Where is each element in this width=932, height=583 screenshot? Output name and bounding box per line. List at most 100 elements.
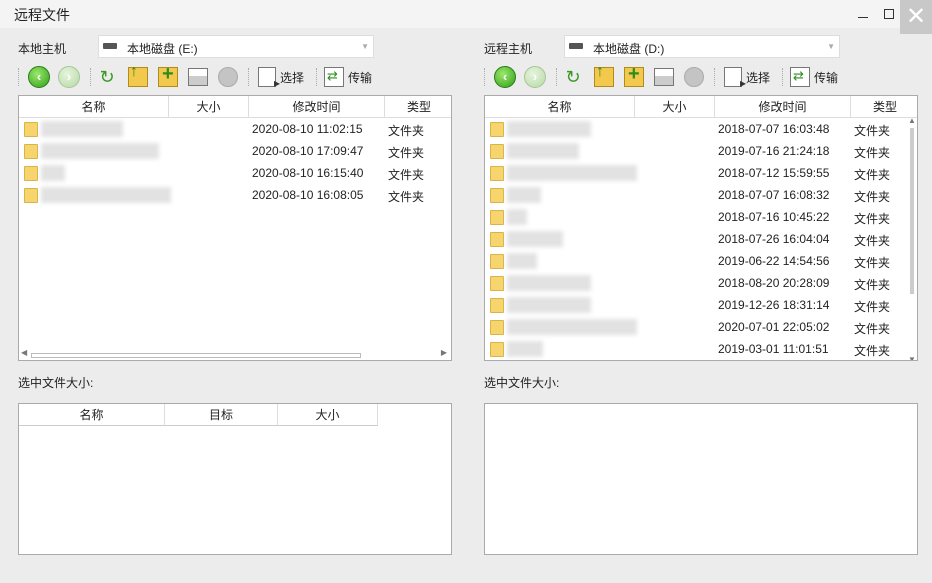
forward-arrow-icon: › [524, 66, 546, 88]
forward-button[interactable]: › [524, 66, 546, 88]
modified-cell: 2019-03-01 11:01:51 [718, 342, 829, 356]
toolbar-separator [714, 68, 715, 86]
column-header-modified[interactable]: 修改时间 [249, 96, 385, 118]
vertical-scrollbar[interactable]: ▲ ▼ [907, 116, 917, 360]
redacted-name [507, 121, 591, 137]
toolbar-separator [484, 68, 485, 86]
toolbar-separator [782, 68, 783, 86]
transfer-button[interactable]: 传输 [790, 66, 838, 88]
transfer-queue-list[interactable]: 名称 目标 大小 [18, 403, 452, 555]
table-row[interactable]: 2018-07-16 10:45:22 文件夹 [485, 206, 917, 228]
forward-button[interactable]: › [58, 66, 80, 88]
back-button[interactable]: ‹ [28, 66, 50, 88]
parent-folder-button[interactable] [128, 63, 148, 88]
scroll-up-icon[interactable]: ▲ [908, 116, 916, 125]
table-row[interactable]: 2019-12-26 18:31:14 文件夹 [485, 294, 917, 316]
select-button[interactable]: 选择 [258, 66, 305, 90]
table-row[interactable]: 2020-08-10 17:09:47 文件夹 [19, 140, 451, 162]
transfer-button[interactable]: 传输 [324, 66, 372, 88]
minimize-button[interactable] [848, 0, 878, 28]
remote-toolbar: ‹ › ↻ 选择 传输 [484, 63, 916, 90]
new-folder-button[interactable] [158, 63, 178, 88]
redacted-name [507, 231, 563, 247]
table-row[interactable]: 2019-03-01 11:01:51 文件夹 [485, 338, 917, 360]
folder-icon [490, 122, 504, 137]
refresh-icon: ↻ [565, 67, 581, 87]
new-folder-button[interactable] [624, 63, 644, 88]
remote-drive-select[interactable]: 本地磁盘 (D:) ▼ [564, 35, 840, 58]
folder-icon [490, 342, 504, 357]
folder-up-icon [594, 63, 614, 87]
table-row[interactable]: 2020-08-10 16:15:40 文件夹 [19, 162, 451, 184]
redacted-name [41, 121, 123, 137]
redacted-name [507, 209, 527, 225]
select-label: 选择 [280, 70, 305, 85]
select-button[interactable]: 选择 [724, 66, 771, 90]
column-header-size[interactable]: 大小 [169, 96, 249, 118]
redacted-name [41, 187, 171, 203]
remote-info-panel [484, 403, 918, 555]
folder-icon [490, 254, 504, 269]
redacted-name [507, 165, 637, 181]
refresh-button[interactable]: ↻ [562, 66, 584, 88]
column-header-modified[interactable]: 修改时间 [715, 96, 851, 118]
back-button[interactable]: ‹ [494, 66, 516, 88]
table-row[interactable]: 2019-06-22 14:54:56 文件夹 [485, 250, 917, 272]
modified-cell: 2018-08-20 20:28:09 [718, 276, 830, 290]
select-cursor-icon [724, 67, 746, 90]
parent-folder-button[interactable] [594, 63, 614, 88]
print-button[interactable] [188, 66, 208, 88]
scroll-left-icon[interactable]: ◀ [21, 348, 27, 357]
remote-file-list[interactable]: 名称 大小 修改时间 类型 2018-07-07 16:03:48 文件夹 201… [484, 95, 918, 361]
table-row[interactable]: 2020-08-10 16:08:05 文件夹 [19, 184, 451, 206]
modified-cell: 2018-07-26 16:04:04 [718, 232, 830, 246]
folder-icon [24, 188, 38, 203]
scroll-down-icon[interactable]: ▼ [908, 355, 916, 360]
queue-header-target[interactable]: 目标 [165, 404, 278, 426]
column-header-size[interactable]: 大小 [635, 96, 715, 118]
type-cell: 文件夹 [854, 234, 891, 248]
queue-header-size[interactable]: 大小 [278, 404, 378, 426]
column-header-name[interactable]: 名称 [485, 96, 635, 118]
column-header-type[interactable]: 类型 [385, 96, 451, 118]
select-label: 选择 [746, 70, 771, 85]
type-cell: 文件夹 [854, 300, 891, 314]
refresh-button[interactable]: ↻ [96, 66, 118, 88]
folder-icon [24, 166, 38, 181]
stop-button[interactable] [218, 66, 238, 88]
modified-cell: 2020-08-10 16:15:40 [252, 166, 364, 180]
scroll-thumb[interactable] [31, 353, 361, 358]
redacted-name [41, 143, 159, 159]
table-row[interactable]: 2018-07-12 15:59:55 文件夹 [485, 162, 917, 184]
type-cell: 文件夹 [854, 124, 891, 138]
scroll-thumb[interactable] [910, 128, 914, 294]
print-button[interactable] [654, 66, 674, 88]
redacted-name [507, 187, 541, 203]
maximize-icon [884, 9, 894, 19]
select-cursor-icon [258, 67, 280, 90]
local-drive-select[interactable]: 本地磁盘 (E:) ▼ [98, 35, 374, 58]
disk-icon [569, 43, 583, 49]
folder-icon [490, 276, 504, 291]
horizontal-scrollbar[interactable]: ◀ ▶ [19, 348, 451, 360]
stop-button[interactable] [684, 66, 704, 88]
remote-selected-size-label: 选中文件大小: [484, 376, 560, 390]
scroll-right-icon[interactable]: ▶ [441, 348, 447, 357]
column-header-name[interactable]: 名称 [19, 96, 169, 118]
table-row[interactable]: 2018-08-20 20:28:09 文件夹 [485, 272, 917, 294]
type-cell: 文件夹 [388, 124, 425, 138]
local-file-list[interactable]: 名称 大小 修改时间 类型 2020-08-10 11:02:15 文件夹 20… [18, 95, 452, 361]
table-row[interactable]: 2020-07-01 22:05:02 文件夹 [485, 316, 917, 338]
folder-icon [490, 232, 504, 247]
queue-header-name[interactable]: 名称 [19, 404, 165, 426]
table-row[interactable]: 2018-07-07 16:08:32 文件夹 [485, 184, 917, 206]
table-row[interactable]: 2019-07-16 21:24:18 文件夹 [485, 140, 917, 162]
table-row[interactable]: 2018-07-07 16:03:48 文件夹 [485, 118, 917, 140]
redacted-name [507, 275, 591, 291]
table-row[interactable]: 2018-07-26 16:04:04 文件夹 [485, 228, 917, 250]
maximize-button[interactable] [878, 0, 900, 28]
table-row[interactable]: 2020-08-10 11:02:15 文件夹 [19, 118, 451, 140]
remote-drive-value: 本地磁盘 (D:) [593, 42, 665, 56]
chevron-down-icon: ▼ [361, 42, 369, 51]
column-header-type[interactable]: 类型 [851, 96, 917, 118]
